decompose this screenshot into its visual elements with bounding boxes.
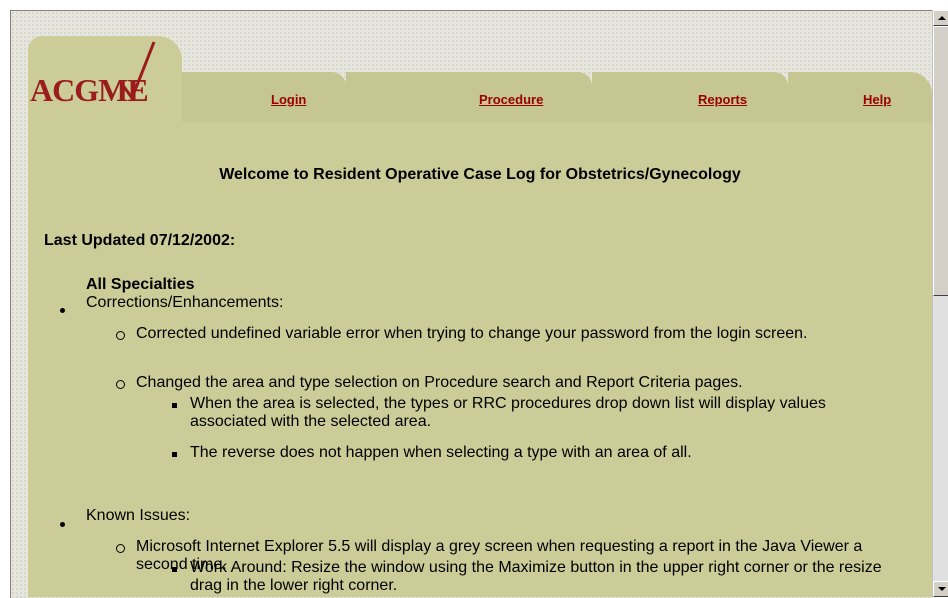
vertical-scrollbar[interactable] bbox=[932, 10, 948, 597]
nav-help-link[interactable]: Help bbox=[863, 92, 891, 107]
tab-login[interactable] bbox=[182, 72, 346, 126]
tab-procedure[interactable] bbox=[346, 72, 592, 126]
list-item-correction-1: Corrected undefined variable error when … bbox=[136, 325, 808, 342]
list-item-known-1a: Work Around: Resize the window using the… bbox=[190, 559, 882, 594]
nav-reports-link[interactable]: Reports bbox=[698, 92, 747, 107]
bullet-circle bbox=[116, 538, 125, 558]
scroll-up-button[interactable] bbox=[933, 10, 948, 26]
scroll-thumb[interactable] bbox=[933, 26, 948, 296]
bullet-circle bbox=[116, 325, 125, 345]
list-item-known-issues: Known Issues: bbox=[86, 507, 191, 524]
content-panel bbox=[28, 122, 932, 597]
page-title: Welcome to Resident Operative Case Log f… bbox=[219, 166, 741, 183]
nav-procedure-link[interactable]: Procedure bbox=[479, 92, 543, 107]
arrow-up-icon bbox=[938, 16, 946, 20]
bullet-disc bbox=[60, 514, 65, 532]
bullet-square bbox=[172, 395, 177, 413]
tab-help[interactable] bbox=[788, 72, 932, 126]
last-updated-heading: Last Updated 07/12/2002: bbox=[44, 232, 236, 249]
scroll-down-button[interactable] bbox=[933, 581, 948, 597]
bullet-disc bbox=[60, 300, 65, 318]
bullet-circle bbox=[116, 374, 125, 394]
section-heading: All Specialties bbox=[86, 276, 195, 293]
arrow-down-icon bbox=[938, 587, 946, 591]
bullet-square bbox=[172, 559, 177, 577]
bullet-square bbox=[172, 444, 177, 462]
nav-login-link[interactable]: Login bbox=[271, 92, 306, 107]
list-item-correction-2: Changed the area and type selection on P… bbox=[136, 374, 743, 391]
list-item-corrections: Corrections/Enhancements: bbox=[86, 294, 284, 311]
tab-reports[interactable] bbox=[592, 72, 788, 126]
list-item-correction-2a: When the area is selected, the types or … bbox=[190, 395, 826, 430]
logo-checkmark-icon bbox=[120, 41, 156, 100]
list-item-correction-2b: The reverse does not happen when selecti… bbox=[190, 444, 692, 461]
